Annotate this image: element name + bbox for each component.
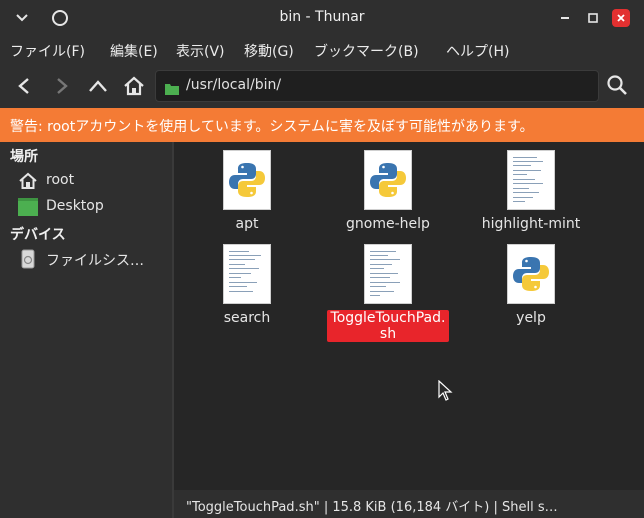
sidebar-item-label: Desktop [46,198,104,214]
status-text: "ToggleTouchPad.sh" | 15.8 KiB (16,184 バ… [186,500,558,515]
menu-file[interactable]: ファイル(F) [10,41,85,61]
home-icon [18,171,38,191]
forward-arrow-icon[interactable] [50,74,74,98]
file-item-yelp[interactable]: yelp [466,236,596,332]
sidebar-item-label: ファイルシス… [46,253,144,269]
file-item-apt[interactable]: apt [182,142,312,238]
title-bar: bin - Thunar [0,0,644,36]
places-heading: 場所 [10,149,38,165]
mouse-pointer-icon [438,379,454,402]
file-name: search [223,310,271,326]
devices-heading: デバイス [10,227,66,243]
python-file-icon [507,244,555,304]
file-name: highlight-mint [481,216,581,232]
file-name: gnome-help [346,216,430,232]
file-name: yelp [516,310,546,326]
file-name-line: ToggleTouchPad. sh [326,310,450,342]
sidebar: 場所 root Desktop デバイス ファイルシス… [0,142,172,518]
sidebar-item-label: root [46,172,75,188]
text-file-icon [507,150,555,210]
location-path[interactable]: /usr/local/bin/ [186,77,281,93]
root-warning-banner: 警告: rootアカウントを使用しています。システムに害を及ぼす可能性があります… [0,108,644,142]
text-file-icon [364,244,412,304]
file-item-highlight-mint[interactable]: highlight-mint [466,142,596,238]
file-name-selected: ToggleTouchPad. sh [323,310,453,342]
window-title: bin - Thunar [279,9,365,25]
sidebar-item-root[interactable]: root [18,170,168,192]
text-file-icon [223,244,271,304]
menu-view[interactable]: 表示(V) [176,41,225,61]
file-name: apt [235,216,259,232]
up-arrow-icon[interactable] [86,74,110,98]
close-button[interactable] [612,9,630,27]
file-name-line1: ToggleTouchPad. [330,310,446,326]
menu-go[interactable]: 移動(G) [244,41,294,61]
file-name-line2: sh [379,326,397,342]
python-file-icon [364,150,412,210]
menu-bookmarks[interactable]: ブックマーク(B) [314,41,419,61]
menu-help[interactable]: ヘルプ(H) [446,41,509,61]
location-bar[interactable]: /usr/local/bin/ [155,70,599,102]
file-item-search[interactable]: search [182,236,312,332]
menu-bar: ファイル(F) 編集(E) 表示(V) 移動(G) ブックマーク(B) ヘルプ(… [0,36,644,64]
toolbar: /usr/local/bin/ [0,64,644,108]
sidebar-item-desktop[interactable]: Desktop [18,196,168,218]
status-bar: "ToggleTouchPad.sh" | 15.8 KiB (16,184 バ… [174,490,644,518]
warning-text: 警告: rootアカウントを使用しています。システムに害を及ぼす可能性があります… [10,119,534,135]
menu-edit[interactable]: 編集(E) [110,41,158,61]
maximize-button[interactable] [584,9,602,27]
drive-icon [18,249,38,269]
python-file-icon [223,150,271,210]
folder-icon [165,80,179,95]
search-icon[interactable] [606,74,630,98]
desktop-icon [18,197,38,217]
sidebar-item-filesystem[interactable]: ファイルシス… [18,248,168,270]
file-item-gnome-help[interactable]: gnome-help [323,142,453,238]
file-item-toggletouchpad[interactable]: ToggleTouchPad. sh [323,236,453,346]
file-view[interactable]: apt gnome-help highlight-mint search Tog… [174,142,644,490]
home-icon[interactable] [122,74,146,98]
back-arrow-icon[interactable] [12,74,36,98]
minimize-button[interactable] [556,9,574,27]
